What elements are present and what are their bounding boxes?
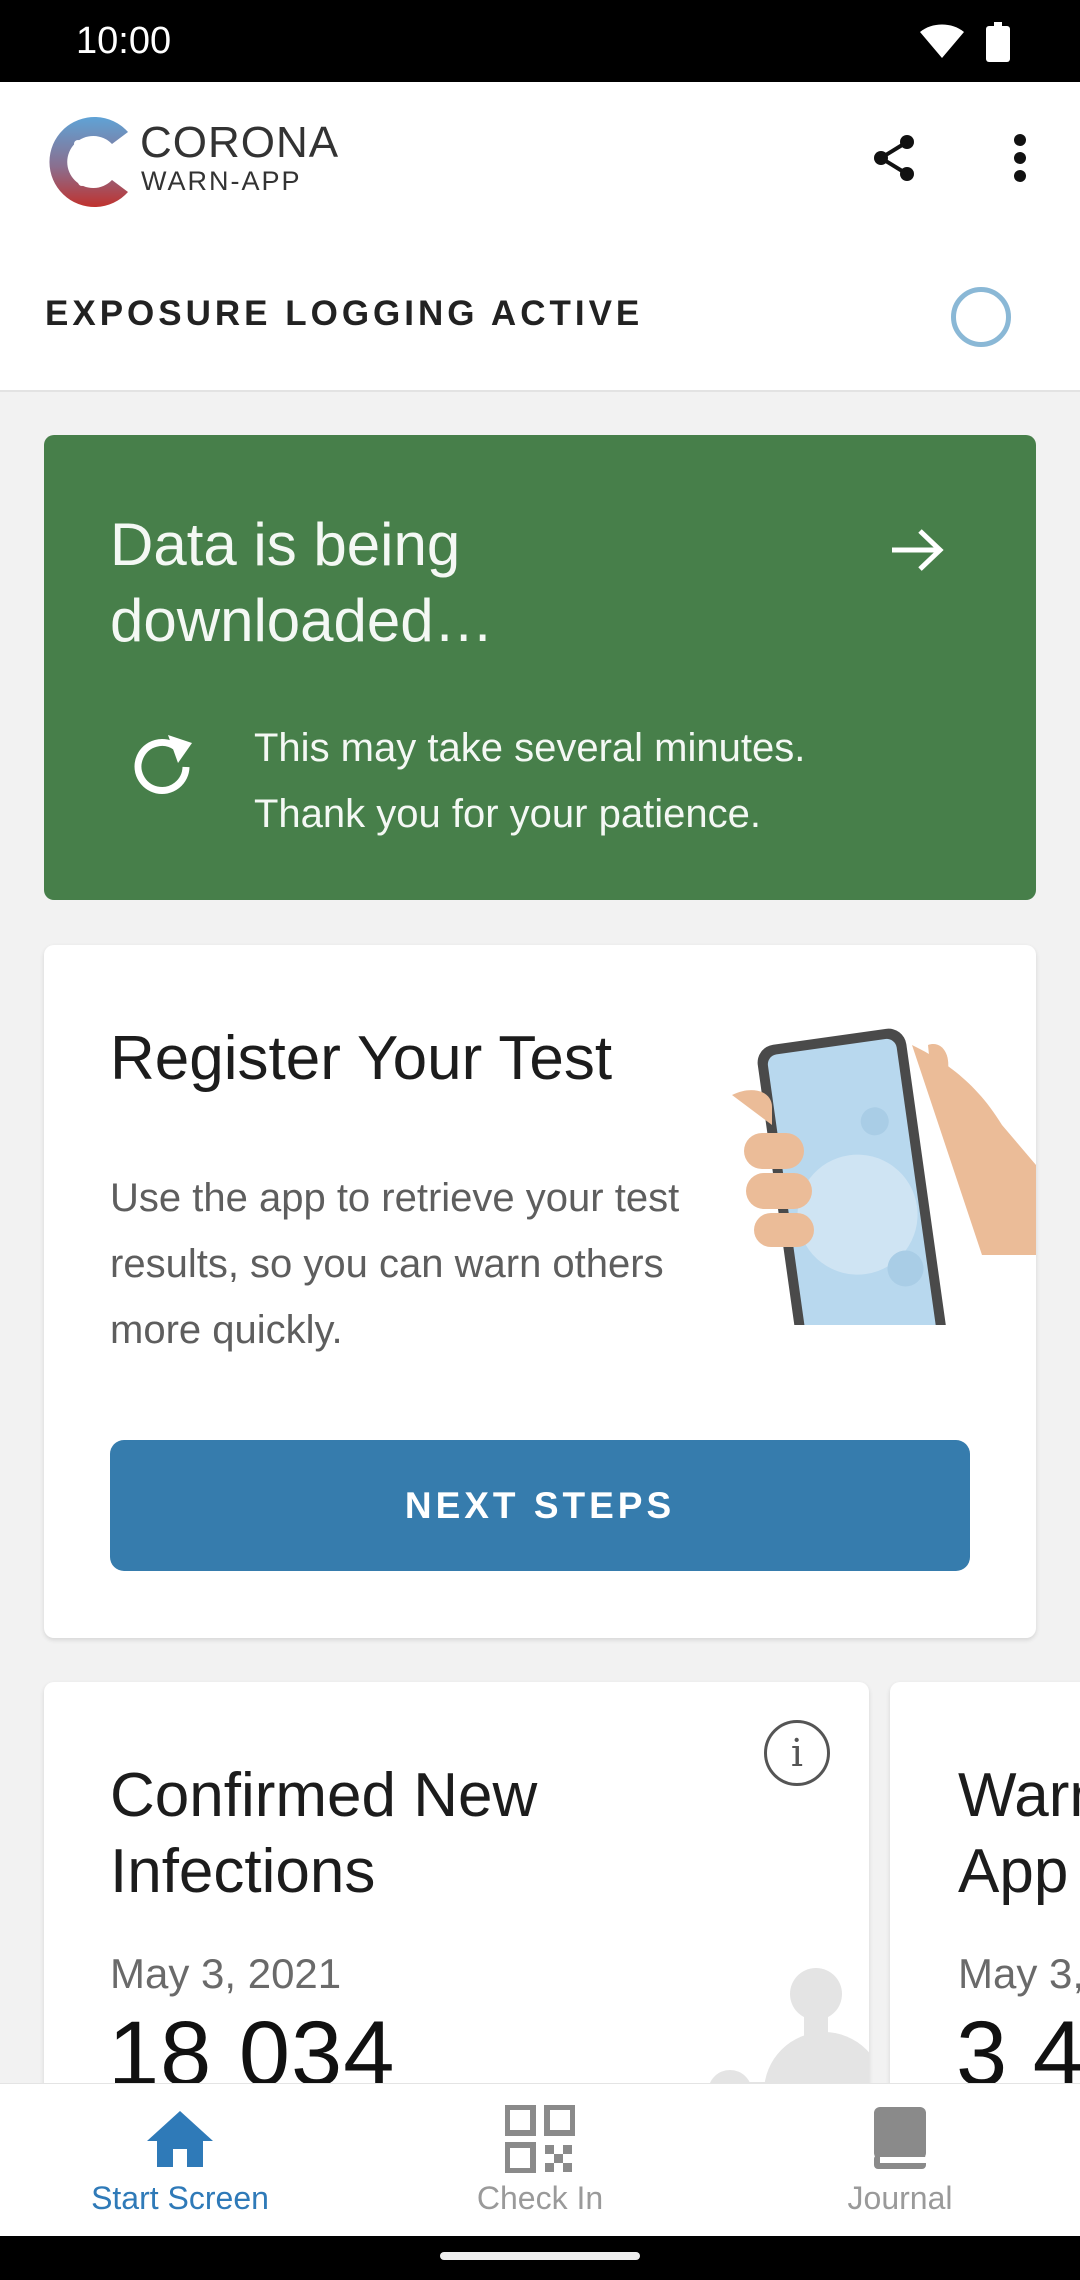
share-button[interactable] (862, 128, 926, 192)
stats-card-title: Confirmed New Infections (110, 1761, 538, 1906)
wifi-icon (920, 24, 964, 65)
register-test-card: Register Your Test Use the app to retrie… (44, 945, 1036, 1638)
app-logo-icon (42, 110, 146, 214)
exposure-logging-label: EXPOSURE LOGGING ACTIVE (45, 294, 644, 333)
nav-label-journal: Journal (847, 2180, 953, 2216)
more-vert-icon (1013, 133, 1027, 187)
register-card-title: Register Your Test (110, 1024, 613, 1093)
status-time: 10:00 (76, 20, 172, 62)
phone-in-hand-illustration (732, 1015, 1036, 1362)
stats-card2-date: May 3, (958, 1950, 1080, 1997)
nav-label-check-in: Check In (476, 2180, 604, 2216)
risk-card-text-line2: Thank you for your patience. (254, 792, 761, 836)
risk-card[interactable]: Data is being downloaded… This may take … (44, 435, 1036, 900)
risk-card-text: This may take several minutes. Thank you… (254, 715, 805, 847)
status-icons (920, 22, 1010, 67)
bottom-navigation: Start Screen Check In Journal (0, 2083, 1080, 2236)
arrow-right-icon (888, 525, 948, 575)
battery-icon (986, 22, 1010, 67)
refresh-icon (122, 727, 202, 807)
brand-title: CORONA (140, 118, 340, 167)
gesture-navigation-bar (0, 2236, 1080, 2280)
brand-subtitle: WARN-APP (141, 166, 302, 196)
stats-card2-title-line2: App (958, 1837, 1069, 1906)
home-icon (142, 2104, 218, 2174)
overflow-menu-button[interactable] (988, 128, 1052, 192)
risk-card-text-line1: This may take several minutes. (254, 726, 806, 770)
nav-start-screen[interactable]: Start Screen (0, 2084, 360, 2237)
info-icon[interactable]: i (764, 1720, 830, 1786)
app-header: CORONA WARN-APP EXPOSURE LOGGING ACTIVE (0, 82, 1080, 392)
book-icon (862, 2104, 938, 2174)
stats-card2-title: Warn App (958, 1758, 1080, 1910)
nav-check-in[interactable]: Check In (360, 2084, 720, 2237)
qr-code-icon (502, 2104, 578, 2174)
next-steps-button[interactable]: NEXT STEPS (110, 1440, 970, 1571)
register-card-text: Use the app to retrieve your test result… (110, 1176, 680, 1352)
home-gesture-handle[interactable] (440, 2252, 640, 2260)
nav-label-start-screen: Start Screen (91, 2180, 269, 2216)
exposure-status-ring-icon (951, 287, 1011, 347)
nav-journal[interactable]: Journal (720, 2084, 1080, 2237)
stats-card-date: May 3, 2021 (110, 1950, 342, 1997)
risk-card-title: Data is being downloaded… (110, 511, 494, 654)
screen: 10:00 CORONA WARN-APP EXPOSURE LOGGING A… (0, 0, 1080, 2280)
share-icon (872, 134, 916, 187)
status-bar: 10:00 (0, 0, 1080, 82)
stats-card2-title-line1: Warn (958, 1761, 1080, 1830)
